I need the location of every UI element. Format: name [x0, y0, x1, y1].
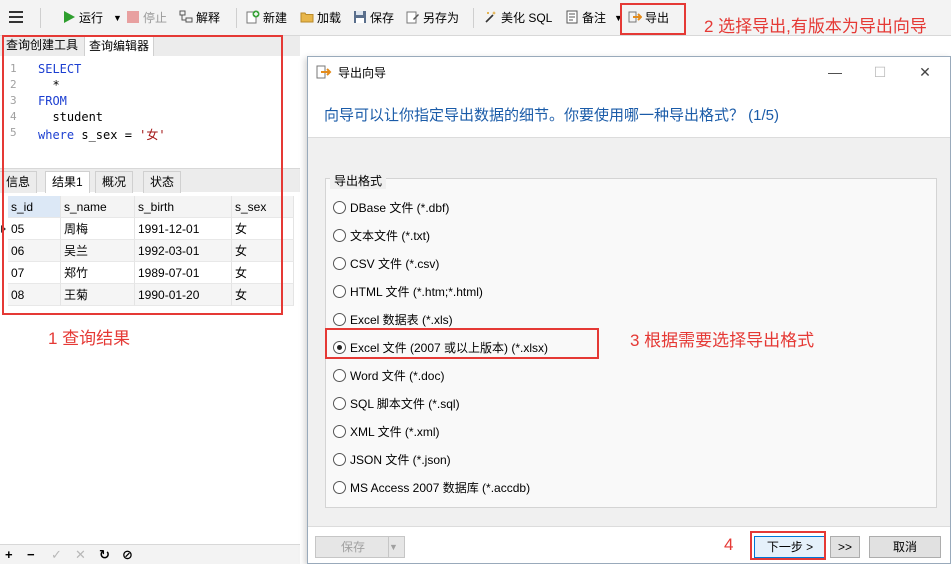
- annotation-box-query-result: [2, 35, 283, 315]
- add-record-icon[interactable]: +: [5, 547, 13, 563]
- delete-record-icon[interactable]: −: [27, 547, 35, 563]
- radio-icon: [333, 313, 346, 326]
- format-option-sql[interactable]: SQL 脚本文件 (*.sql): [333, 395, 460, 413]
- radio-icon: [333, 201, 346, 214]
- explain-icon: [179, 10, 193, 24]
- save-as-label: 另存为: [423, 11, 460, 25]
- export-format-label: 导出格式: [330, 172, 387, 189]
- last-step-button[interactable]: >>: [830, 536, 860, 558]
- save-profile-button[interactable]: 保存 ▼: [315, 536, 405, 558]
- stop-icon: [126, 10, 140, 24]
- save-as-button[interactable]: 另存为: [406, 8, 459, 28]
- magic-wand-icon: [484, 10, 498, 24]
- option-label: 文本文件 (*.txt): [350, 229, 430, 243]
- new-icon: [246, 10, 260, 24]
- maximize-icon[interactable]: ☐: [870, 63, 890, 81]
- toolbar-separator: [236, 8, 237, 28]
- grid-bottom-toolbar: + − ✓ ✕ ↻ ⊘: [0, 544, 300, 564]
- radio-icon: [333, 425, 346, 438]
- hamburger-icon[interactable]: [9, 11, 23, 23]
- annotation-1: 1 查询结果: [48, 329, 131, 348]
- play-icon: [62, 10, 76, 24]
- toolbar-separator: [40, 8, 41, 28]
- close-icon[interactable]: ✕: [915, 63, 935, 81]
- option-label: XML 文件 (*.xml): [350, 425, 440, 439]
- save-label: 保存: [370, 11, 395, 25]
- dialog-titlebar: 导出向导 — ☐ ✕: [308, 57, 950, 87]
- format-option-doc[interactable]: Word 文件 (*.doc): [333, 367, 444, 385]
- format-option-accdb[interactable]: MS Access 2007 数据库 (*.accdb): [333, 479, 530, 497]
- annotation-3: 3 根据需要选择导出格式: [630, 331, 815, 350]
- save-button-label: 保存: [341, 540, 366, 554]
- discard-icon[interactable]: ✕: [75, 547, 86, 563]
- annotation-box-next: [750, 531, 826, 560]
- run-button[interactable]: 运行: [62, 8, 103, 28]
- format-option-json[interactable]: JSON 文件 (*.json): [333, 451, 451, 469]
- comment-label: 备注: [582, 11, 607, 25]
- run-dropdown-icon[interactable]: ▼: [113, 8, 122, 28]
- explain-button[interactable]: 解释: [179, 8, 220, 28]
- beautify-sql-button[interactable]: 美化 SQL: [484, 8, 552, 28]
- option-label: Excel 数据表 (*.xls): [350, 313, 453, 327]
- annotation-box-export: [620, 3, 686, 35]
- option-label: Word 文件 (*.doc): [350, 369, 445, 383]
- save-toolbar-button[interactable]: 保存: [353, 8, 394, 28]
- annotation-2: 2 选择导出,有版本为导出向导: [704, 17, 927, 36]
- new-button[interactable]: 新建: [246, 8, 287, 28]
- save-as-icon: [406, 10, 420, 24]
- stop-icon[interactable]: ⊘: [122, 547, 133, 563]
- radio-icon: [333, 481, 346, 494]
- beautify-sql-label: 美化 SQL: [501, 11, 553, 25]
- option-label: SQL 脚本文件 (*.sql): [350, 397, 460, 411]
- option-label: CSV 文件 (*.csv): [350, 257, 440, 271]
- format-option-csv[interactable]: CSV 文件 (*.csv): [333, 255, 439, 273]
- wizard-heading: 向导可以让你指定导出数据的细节。你要使用哪一种导出格式？ (1/5): [324, 107, 780, 124]
- note-icon: [565, 10, 579, 24]
- format-option-xls[interactable]: Excel 数据表 (*.xls): [333, 311, 453, 329]
- stop-label: 停止: [143, 11, 168, 25]
- minimize-icon[interactable]: —: [825, 63, 845, 81]
- format-option-xml[interactable]: XML 文件 (*.xml): [333, 423, 440, 441]
- option-label: HTML 文件 (*.htm;*.html): [350, 285, 483, 299]
- export-wizard-dialog: 导出向导 — ☐ ✕ 向导可以让你指定导出数据的细节。你要使用哪一种导出格式？ …: [307, 56, 951, 564]
- cancel-button[interactable]: 取消: [869, 536, 941, 558]
- toolbar-separator: [473, 8, 474, 28]
- chevron-down-icon: ▼: [388, 537, 404, 557]
- stop-button[interactable]: 停止: [126, 8, 167, 28]
- option-label: MS Access 2007 数据库 (*.accdb): [350, 481, 531, 495]
- option-label: DBase 文件 (*.dbf): [350, 201, 450, 215]
- format-option-txt[interactable]: 文本文件 (*.txt): [333, 227, 430, 245]
- apply-icon[interactable]: ✓: [51, 547, 62, 563]
- radio-icon: [333, 257, 346, 270]
- format-option-dbf[interactable]: DBase 文件 (*.dbf): [333, 199, 449, 217]
- radio-icon: [333, 397, 346, 410]
- save-icon: [353, 10, 367, 24]
- comment-button[interactable]: 备注: [565, 8, 606, 28]
- load-label: 加载: [317, 11, 342, 25]
- annotation-4: 4: [724, 535, 734, 554]
- radio-icon: [333, 229, 346, 242]
- radio-icon: [333, 453, 346, 466]
- annotation-box-xlsx: [325, 328, 599, 359]
- run-label: 运行: [79, 11, 104, 25]
- explain-label: 解释: [196, 11, 221, 25]
- refresh-icon[interactable]: ↻: [99, 547, 110, 563]
- option-label: JSON 文件 (*.json): [350, 453, 451, 467]
- format-option-html[interactable]: HTML 文件 (*.htm;*.html): [333, 283, 483, 301]
- folder-icon: [300, 10, 314, 24]
- radio-icon: [333, 285, 346, 298]
- dialog-title: 导出向导: [338, 66, 387, 80]
- radio-icon: [333, 369, 346, 382]
- new-label: 新建: [263, 11, 288, 25]
- load-button[interactable]: 加载: [300, 8, 341, 28]
- export-wizard-icon: [316, 65, 332, 79]
